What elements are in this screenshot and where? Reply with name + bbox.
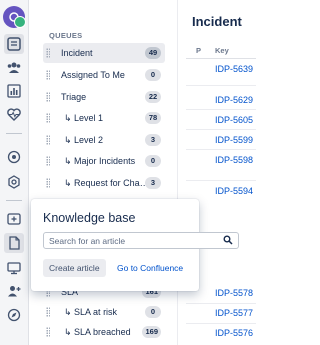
issue-key-link[interactable]: IDP-5605	[215, 115, 253, 125]
issue-key-link[interactable]: IDP-5576	[215, 328, 253, 338]
queue-label: Triage	[61, 92, 87, 102]
row-divider	[186, 303, 256, 304]
queue-item-level-2[interactable]: ↳ Level 2 3	[43, 130, 165, 150]
drag-handle-icon[interactable]	[46, 48, 50, 58]
queue-count: 3	[145, 177, 161, 189]
queue-item-sla-at-risk[interactable]: ↳ SLA at risk 0	[43, 302, 165, 322]
article-search-input[interactable]	[43, 232, 239, 249]
issue-key-link[interactable]: IDP-5639	[215, 64, 253, 74]
drag-handle-icon[interactable]	[46, 135, 50, 145]
row-divider	[186, 180, 256, 181]
drag-handle-icon[interactable]	[46, 92, 50, 102]
queue-item-sla-breached[interactable]: ↳ SLA breached 169	[43, 322, 165, 342]
queue-label: ↳ Level 1	[64, 113, 104, 123]
knowledge-base-icon[interactable]	[4, 233, 24, 253]
queue-item-major-incidents[interactable]: ↳ Major Incidents 0	[43, 151, 165, 171]
queue-label: ↳ SLA at risk	[64, 307, 118, 317]
status-badge	[14, 16, 26, 28]
search-icon[interactable]	[223, 235, 233, 245]
drag-handle-icon[interactable]	[46, 70, 50, 80]
drag-handle-icon[interactable]	[46, 156, 50, 166]
queue-count: 49	[145, 47, 161, 59]
queue-label: ↳ Request for Cha…	[64, 178, 148, 188]
row-divider	[186, 129, 256, 130]
reports-icon[interactable]	[4, 81, 24, 101]
drag-handle-icon[interactable]	[46, 327, 50, 337]
monitor-icon[interactable]	[4, 258, 24, 278]
drag-handle-icon[interactable]	[46, 178, 50, 188]
page-title: Incident	[192, 14, 242, 29]
queue-label: Assigned To Me	[61, 70, 125, 80]
row-divider	[186, 85, 256, 86]
issue-key-link[interactable]: IDP-5578	[215, 288, 253, 298]
queue-count: 78	[145, 112, 161, 124]
drag-handle-icon[interactable]	[46, 113, 50, 123]
queue-label: Incident	[61, 48, 93, 58]
queue-content: Incident P Key IDP-5639 IDP-5629 IDP-560…	[177, 0, 256, 345]
app-rail	[0, 0, 29, 345]
row-divider	[186, 109, 256, 110]
rail-divider	[6, 133, 22, 134]
issue-key-link[interactable]: IDP-5599	[215, 135, 253, 145]
knowledge-base-popup: Knowledge base Create article Go to Conf…	[31, 199, 239, 291]
queue-item-incident[interactable]: Incident 49	[43, 43, 165, 63]
queue-item-level-1[interactable]: ↳ Level 1 78	[43, 108, 165, 128]
create-article-button[interactable]: Create article	[43, 259, 106, 277]
channels-icon[interactable]	[4, 147, 24, 167]
popup-title: Knowledge base	[43, 211, 136, 225]
queue-count: 0	[145, 69, 161, 81]
add-user-icon[interactable]	[4, 281, 24, 301]
settings-icon[interactable]	[4, 172, 24, 192]
queue-label: ↳ SLA breached	[64, 327, 131, 337]
queue-item-triage[interactable]: Triage 22	[43, 87, 165, 107]
column-header-key[interactable]: Key	[215, 46, 229, 55]
queue-label: ↳ Major Incidents	[64, 156, 136, 166]
header-divider	[186, 58, 256, 59]
queues-heading: QUEUES	[49, 31, 83, 40]
queue-item-assigned-to-me[interactable]: Assigned To Me 0	[43, 65, 165, 85]
issue-key-link[interactable]: IDP-5577	[215, 308, 253, 318]
queue-item-request-for-change[interactable]: ↳ Request for Cha… 3	[43, 173, 165, 193]
queue-count: 0	[145, 155, 161, 167]
drag-handle-icon[interactable]	[46, 307, 50, 317]
column-header-priority[interactable]: P	[196, 46, 201, 55]
rail-divider	[6, 200, 22, 201]
queue-count: 0	[145, 306, 161, 318]
row-divider	[186, 323, 256, 324]
queue-count: 169	[142, 326, 161, 338]
issue-key-link[interactable]: IDP-5629	[215, 95, 253, 105]
queues-icon[interactable]	[4, 34, 24, 54]
issue-key-link[interactable]: IDP-5598	[215, 155, 253, 165]
queue-label: ↳ Level 2	[64, 135, 104, 145]
add-shortcut-icon[interactable]	[4, 209, 24, 229]
row-divider	[186, 149, 256, 150]
health-icon[interactable]	[4, 104, 24, 124]
queues-sidebar: QUEUES Incident 49 Assigned To Me 0 Tria…	[29, 0, 177, 345]
customers-icon[interactable]	[4, 58, 24, 78]
queue-count: 3	[145, 134, 161, 146]
queue-count: 22	[145, 91, 161, 103]
compass-icon[interactable]	[4, 305, 24, 325]
issue-key-link[interactable]: IDP-5594	[215, 186, 253, 196]
go-to-confluence-link[interactable]: Go to Confluence	[117, 263, 183, 273]
